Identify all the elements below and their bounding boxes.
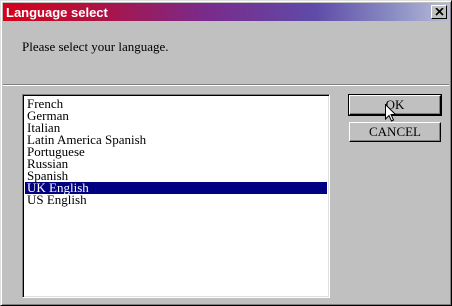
cancel-button[interactable]: CANCEL — [349, 122, 441, 142]
mouse-pointer-icon — [385, 104, 397, 122]
language-list[interactable]: French German Italian Latin America Span… — [22, 94, 330, 298]
close-button[interactable] — [431, 5, 447, 19]
close-icon — [434, 8, 444, 16]
list-item[interactable]: German — [25, 109, 327, 122]
list-item[interactable]: French — [25, 97, 327, 110]
language-select-dialog: Language select Please select your langu… — [0, 0, 452, 306]
list-item[interactable]: Portuguese — [25, 145, 327, 158]
separator — [3, 84, 449, 86]
prompt-text: Please select your language. — [22, 39, 169, 54]
list-item[interactable]: Russian — [25, 157, 327, 170]
title-bar[interactable]: Language select — [3, 3, 449, 21]
window-title: Language select — [6, 4, 108, 20]
list-item[interactable]: US English — [25, 193, 327, 206]
